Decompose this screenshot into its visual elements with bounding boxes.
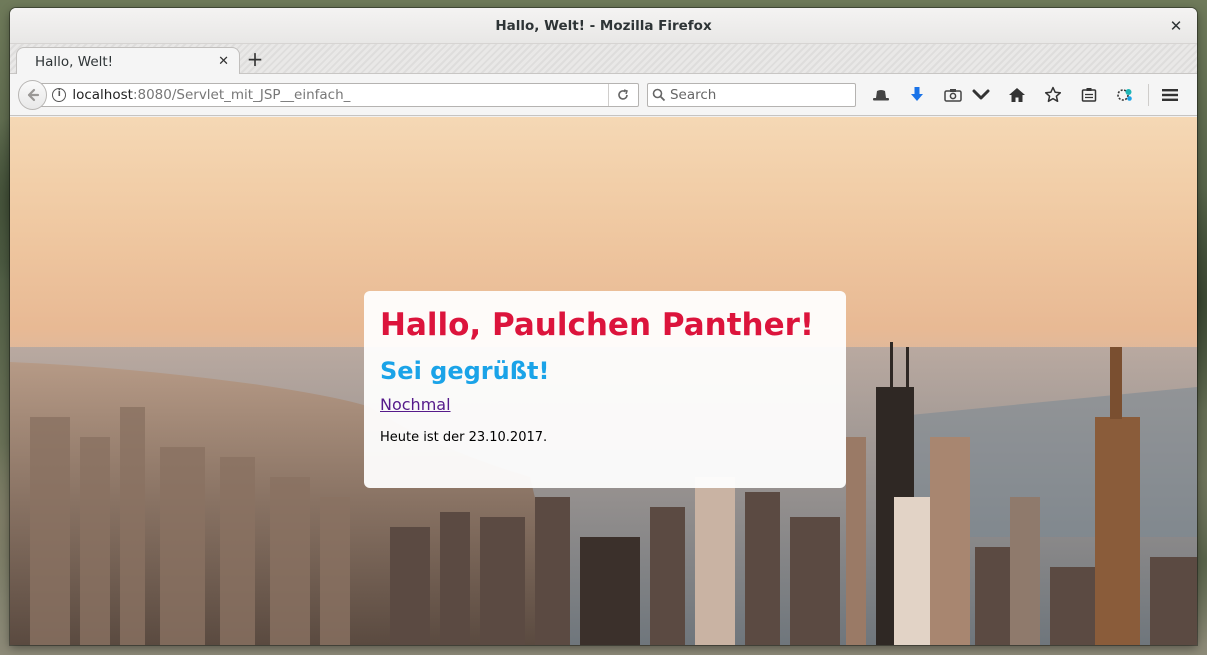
menu-icon[interactable] <box>1155 81 1185 109</box>
hat-icon[interactable] <box>866 81 896 109</box>
tab-bar: Hallo, Welt! ✕ + <box>10 44 1197 75</box>
url-bar[interactable]: i localhost:8080/Servlet_mit_JSP__einfac… <box>37 82 639 107</box>
greeting-card: Hallo, Paulchen Panther! Sei gegrüßt! No… <box>364 291 846 488</box>
search-input[interactable] <box>669 86 850 103</box>
navigation-bar: i localhost:8080/Servlet_mit_JSP__einfac… <box>10 74 1197 116</box>
toolbar-separator <box>1148 83 1149 106</box>
back-button[interactable] <box>18 79 48 110</box>
extension-icon[interactable] <box>1110 81 1140 109</box>
nochmal-link[interactable]: Nochmal <box>380 395 451 414</box>
window-close-icon[interactable]: ✕ <box>1167 17 1185 35</box>
pocket-icon[interactable] <box>966 81 996 109</box>
site-info-icon[interactable]: i <box>52 87 67 102</box>
back-arrow-icon <box>27 88 39 101</box>
new-tab-button[interactable]: + <box>244 49 266 71</box>
home-icon[interactable] <box>1002 81 1032 109</box>
browser-window: Hallo, Welt! - Mozilla Firefox ✕ Hallo, … <box>10 8 1197 645</box>
url-text[interactable]: localhost:8080/Servlet_mit_JSP__einfach_ <box>72 87 608 103</box>
url-host: localhost <box>72 86 133 103</box>
page-subheading: Sei gegrüßt! <box>380 357 550 385</box>
date-text: Heute ist der 23.10.2017. <box>380 430 548 445</box>
page-heading: Hallo, Paulchen Panther! <box>380 307 815 343</box>
toolbar-icons <box>866 81 1191 109</box>
bookmark-star-icon[interactable] <box>1038 81 1068 109</box>
search-icon <box>652 88 666 101</box>
tab-hallo-welt[interactable]: Hallo, Welt! ✕ <box>16 47 240 75</box>
search-bar[interactable] <box>646 82 856 107</box>
reading-list-icon[interactable] <box>1074 81 1104 109</box>
title-bar: Hallo, Welt! - Mozilla Firefox ✕ <box>10 8 1197 44</box>
tab-title: Hallo, Welt! <box>35 53 114 70</box>
window-title: Hallo, Welt! - Mozilla Firefox <box>495 17 712 34</box>
download-icon[interactable] <box>902 81 932 109</box>
screenshot-icon[interactable] <box>938 81 968 109</box>
reload-icon <box>618 88 629 100</box>
tab-close-icon[interactable]: ✕ <box>218 54 229 69</box>
url-path: :8080/Servlet_mit_JSP__einfach_ <box>132 86 351 103</box>
reload-button[interactable] <box>607 83 638 106</box>
page-content: Hallo, Paulchen Panther! Sei gegrüßt! No… <box>10 117 1197 645</box>
